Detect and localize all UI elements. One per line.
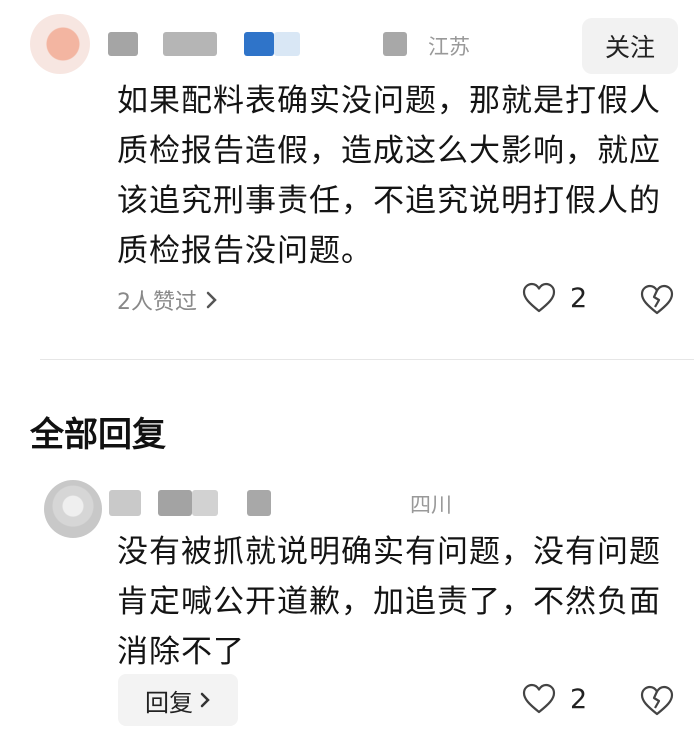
username-redacted xyxy=(192,490,218,516)
reply-dislike-button[interactable] xyxy=(640,685,674,717)
username-redacted xyxy=(163,32,217,56)
replier-avatar[interactable] xyxy=(44,480,102,538)
badge-redacted xyxy=(274,32,300,56)
like-button[interactable]: 2 xyxy=(522,282,587,314)
section-divider xyxy=(40,359,694,360)
follow-button[interactable]: 关注 xyxy=(582,18,678,74)
liked-by-label: 2人赞过 xyxy=(117,290,197,315)
replier-location: 四川 xyxy=(410,493,452,517)
heart-outline-icon xyxy=(522,282,556,314)
username-redacted[interactable] xyxy=(109,490,141,516)
commenter-avatar[interactable] xyxy=(30,14,90,74)
broken-heart-icon xyxy=(640,685,674,717)
badge-redacted xyxy=(383,32,407,56)
badge-redacted xyxy=(244,32,274,56)
liked-by-link[interactable]: 2人赞过 xyxy=(117,284,219,316)
like-count: 2 xyxy=(570,282,588,314)
username-redacted xyxy=(158,490,192,516)
reply-text: 没有被抓就说明确实有问题，没有问题肯定喊公开道歉，加追责了，不然负面消除不了 xyxy=(117,534,661,670)
badge-redacted xyxy=(247,490,271,516)
chevron-right-icon xyxy=(199,691,211,709)
reply-button[interactable]: 回复 xyxy=(118,674,238,726)
broken-heart-icon xyxy=(640,284,674,316)
reply-label: 回复 xyxy=(145,688,193,717)
chevron-right-icon xyxy=(205,290,219,310)
comment-text: 如果配料表确实没问题，那就是打假人质检报告造假，造成这么大影响，就应该追究刑事责… xyxy=(117,83,661,269)
reply-like-count: 2 xyxy=(570,683,588,715)
reply-like-button[interactable]: 2 xyxy=(522,683,587,715)
commenter-location: 江苏 xyxy=(428,35,470,59)
replies-section-title: 全部回复 xyxy=(30,415,166,455)
dislike-button[interactable] xyxy=(640,284,674,316)
heart-outline-icon xyxy=(522,683,556,715)
username-redacted[interactable] xyxy=(108,32,138,56)
